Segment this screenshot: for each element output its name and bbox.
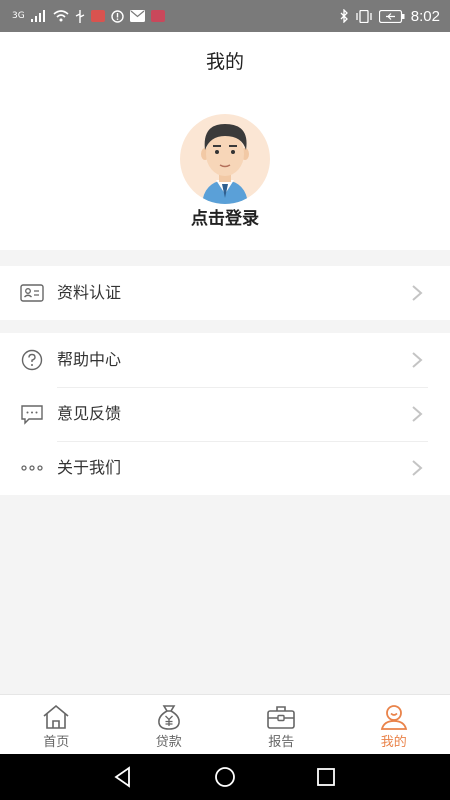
- profile-section: 点击登录: [0, 88, 450, 250]
- back-icon[interactable]: [111, 765, 135, 789]
- avatar[interactable]: [180, 114, 270, 204]
- status-right: 8:02: [340, 8, 440, 25]
- bluetooth-icon: [340, 9, 348, 23]
- signal-icon: [30, 10, 45, 22]
- feedback-icon: [21, 405, 43, 425]
- notification-icon: [150, 10, 165, 22]
- tab-label: 首页: [43, 735, 70, 750]
- tab-label: 我的: [380, 735, 407, 750]
- home-icon: [90, 10, 105, 22]
- tab-home[interactable]: 首页: [0, 695, 113, 754]
- network-type: 3G: [12, 10, 25, 21]
- home-circle-icon[interactable]: [213, 765, 237, 789]
- menu-item-help[interactable]: 帮助中心: [0, 333, 450, 387]
- system-nav-bar: [0, 754, 450, 800]
- menu-item-label: 意见反馈: [57, 404, 122, 423]
- bottom-tab-bar: 首页 贷款 报告 我的: [0, 694, 450, 754]
- about-icon: [21, 465, 43, 471]
- status-bar: 3G 8:02: [0, 0, 450, 32]
- chevron-right-icon: [412, 352, 423, 368]
- id-card-icon: [20, 284, 44, 302]
- tab-label: 报告: [268, 735, 295, 750]
- menu-item-label: 资料认证: [57, 283, 122, 302]
- tab-loan[interactable]: 贷款: [113, 695, 226, 754]
- chevron-right-icon: [412, 285, 423, 301]
- status-left: 3G: [12, 9, 165, 23]
- menu-group-1: 资料认证: [0, 266, 450, 320]
- home-icon: [43, 704, 69, 729]
- status-time: 8:02: [410, 7, 440, 25]
- battery-icon: [378, 9, 405, 23]
- wifi-icon: [53, 10, 69, 22]
- money-bag-icon: [157, 705, 180, 730]
- mail-icon: [129, 10, 145, 22]
- user-icon: [380, 705, 407, 730]
- tab-label: 贷款: [155, 735, 182, 750]
- usb-icon: [75, 9, 85, 23]
- menu-item-about[interactable]: 关于我们: [0, 441, 450, 495]
- vibrate-icon: [356, 9, 372, 23]
- page-header: 我的: [0, 32, 450, 88]
- menu-item-label: 帮助中心: [57, 350, 122, 369]
- help-icon: [21, 349, 43, 371]
- chevron-right-icon: [412, 406, 423, 422]
- avatar-icon: [201, 124, 249, 204]
- tab-report[interactable]: 报告: [225, 695, 338, 754]
- alert-icon: [111, 9, 124, 23]
- chevron-right-icon: [412, 460, 423, 476]
- page-title: 我的: [205, 50, 244, 73]
- menu-item-feedback[interactable]: 意见反馈: [0, 387, 450, 441]
- tab-mine[interactable]: 我的: [338, 695, 450, 754]
- briefcase-icon: [267, 706, 296, 729]
- menu-item-verification[interactable]: 资料认证: [0, 266, 450, 320]
- menu-item-label: 关于我们: [57, 458, 122, 477]
- menu-group-2: 帮助中心 意见反馈 关于我们: [0, 333, 450, 495]
- recents-icon[interactable]: [314, 765, 338, 789]
- login-link[interactable]: 点击登录: [0, 204, 450, 229]
